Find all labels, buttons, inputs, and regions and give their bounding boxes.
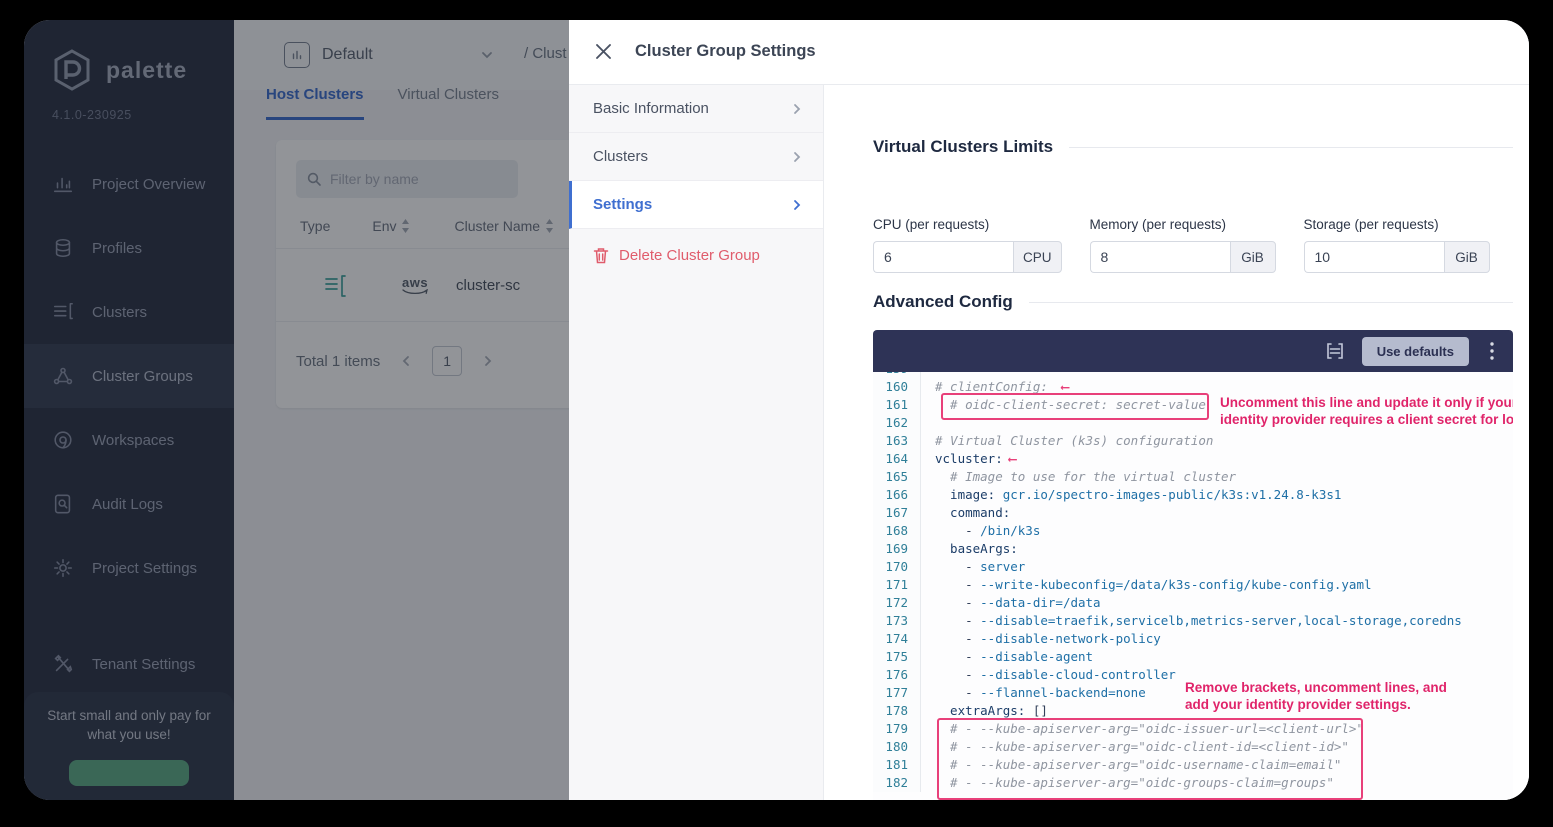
line-number: 166 [873,486,921,504]
settings-panel: Virtual Clusters Limits CPU (per request… [824,85,1529,800]
pink-arrow-icon: ⟵ [1009,451,1017,466]
storage-limit-input[interactable] [1304,241,1444,273]
unit-addon: CPU [1013,241,1062,273]
line-number: 171 [873,576,921,594]
code-line-179: 179 # - --kube-apiserver-arg="oidc-issue… [873,720,1513,738]
modal-header: Cluster Group Settings [569,20,1529,85]
unit-addon: GiB [1230,241,1276,273]
line-number: 181 [873,756,921,774]
code-line-181: 181 # - --kube-apiserver-arg="oidc-usern… [873,756,1513,774]
code-line-175: 175 - --disable-agent [873,648,1513,666]
code-line-170: 170 - server [873,558,1513,576]
limits-section-heading: Virtual Clusters Limits [873,137,1513,157]
code-line-164: 164vcluster:⟵ [873,450,1513,468]
use-defaults-button[interactable]: Use defaults [1362,337,1469,366]
app-window: palette 4.1.0-230925 Project OverviewPro… [24,20,1529,800]
line-number: 177 [873,684,921,702]
delete-cluster-group-button[interactable]: Delete Cluster Group [593,247,823,264]
line-number: 172 [873,594,921,612]
divider [1029,302,1513,303]
line-number: 175 [873,648,921,666]
editor-toolbar: Use defaults [873,330,1513,372]
line-number: 180 [873,738,921,756]
code-line-182: 182 # - --kube-apiserver-arg="oidc-group… [873,774,1513,792]
storage-per-requests--field: Storage (per requests) GiB [1304,217,1490,273]
modal-nav-label: Settings [593,196,652,213]
modal-nav-basic-information[interactable]: Basic Information [569,85,823,133]
trash-icon [593,247,609,264]
field-label: Storage (per requests) [1304,217,1490,232]
line-number: 179 [873,720,921,738]
pink-arrow-icon: ⟵ [1061,379,1069,394]
editor-body[interactable]: 159160# clientConfig: ⟵161 # oidc-client… [873,372,1513,800]
section-title: Advanced Config [873,292,1013,312]
memory-limit-input[interactable] [1090,241,1230,273]
chevron-right-icon [791,151,803,163]
line-number: 162 [873,414,921,432]
cluster-group-settings-modal: Cluster Group Settings Basic Information… [569,20,1529,800]
advanced-section-heading: Advanced Config [873,292,1513,312]
code-line-168: 168 - /bin/k3s [873,522,1513,540]
code-line-165: 165 # Image to use for the virtual clust… [873,468,1513,486]
line-number: 182 [873,774,921,792]
line-number: 178 [873,702,921,720]
modal-title: Cluster Group Settings [635,42,816,61]
code-line-167: 167 command: [873,504,1513,522]
yaml-editor: Use defaults 159160# clientConfig: ⟵161 … [873,330,1513,800]
cpu-per-requests--field: CPU (per requests) CPU [873,217,1062,273]
modal-nav-settings[interactable]: Settings [569,181,823,229]
code-line-166: 166 image: gcr.io/spectro-images-public/… [873,486,1513,504]
line-number: 176 [873,666,921,684]
modal-nav-clusters[interactable]: Clusters [569,133,823,181]
line-number: 165 [873,468,921,486]
line-number: 169 [873,540,921,558]
line-number: 173 [873,612,921,630]
line-number: 170 [873,558,921,576]
code-line-160: 160# clientConfig: ⟵ [873,378,1513,396]
line-number: 167 [873,504,921,522]
divider [1069,147,1513,148]
line-number: 164 [873,450,921,468]
delete-label: Delete Cluster Group [619,247,760,264]
kebab-menu-icon[interactable] [1485,341,1499,361]
line-number: 160 [873,378,921,396]
close-icon[interactable] [591,41,615,65]
modal-nav-label: Clusters [593,148,648,165]
code-line-163: 163# Virtual Cluster (k3s) configuration [873,432,1513,450]
line-number: 174 [873,630,921,648]
annotation-text: Uncomment this line and update it only i… [1220,395,1513,428]
code-line-180: 180 # - --kube-apiserver-arg="oidc-clien… [873,738,1513,756]
code-line-169: 169 baseArgs: [873,540,1513,558]
code-line-172: 172 - --data-dir=/data [873,594,1513,612]
code-line-174: 174 - --disable-network-policy [873,630,1513,648]
unit-addon: GiB [1444,241,1490,273]
limits-fields: CPU (per requests) CPU Memory (per request… [873,217,1518,273]
annotation-text: Remove brackets, uncomment lines, and ad… [1185,680,1455,713]
modal-nav-label: Basic Information [593,100,709,117]
diff-view-icon[interactable] [1324,340,1346,362]
modal-nav: Basic Information Clusters Settings Delete… [569,85,824,800]
memory-per-requests--field: Memory (per requests) GiB [1090,217,1276,273]
section-title: Virtual Clusters Limits [873,137,1053,157]
field-label: CPU (per requests) [873,217,1062,232]
line-number: 161 [873,396,921,414]
chevron-right-icon [791,103,803,115]
line-number: 168 [873,522,921,540]
chevron-right-icon [791,199,803,211]
line-number: 163 [873,432,921,450]
field-label: Memory (per requests) [1090,217,1276,232]
code-line-171: 171 - --write-kubeconfig=/data/k3s-confi… [873,576,1513,594]
cpu-limit-input[interactable] [873,241,1013,273]
code-line-173: 173 - --disable=traefik,servicelb,metric… [873,612,1513,630]
